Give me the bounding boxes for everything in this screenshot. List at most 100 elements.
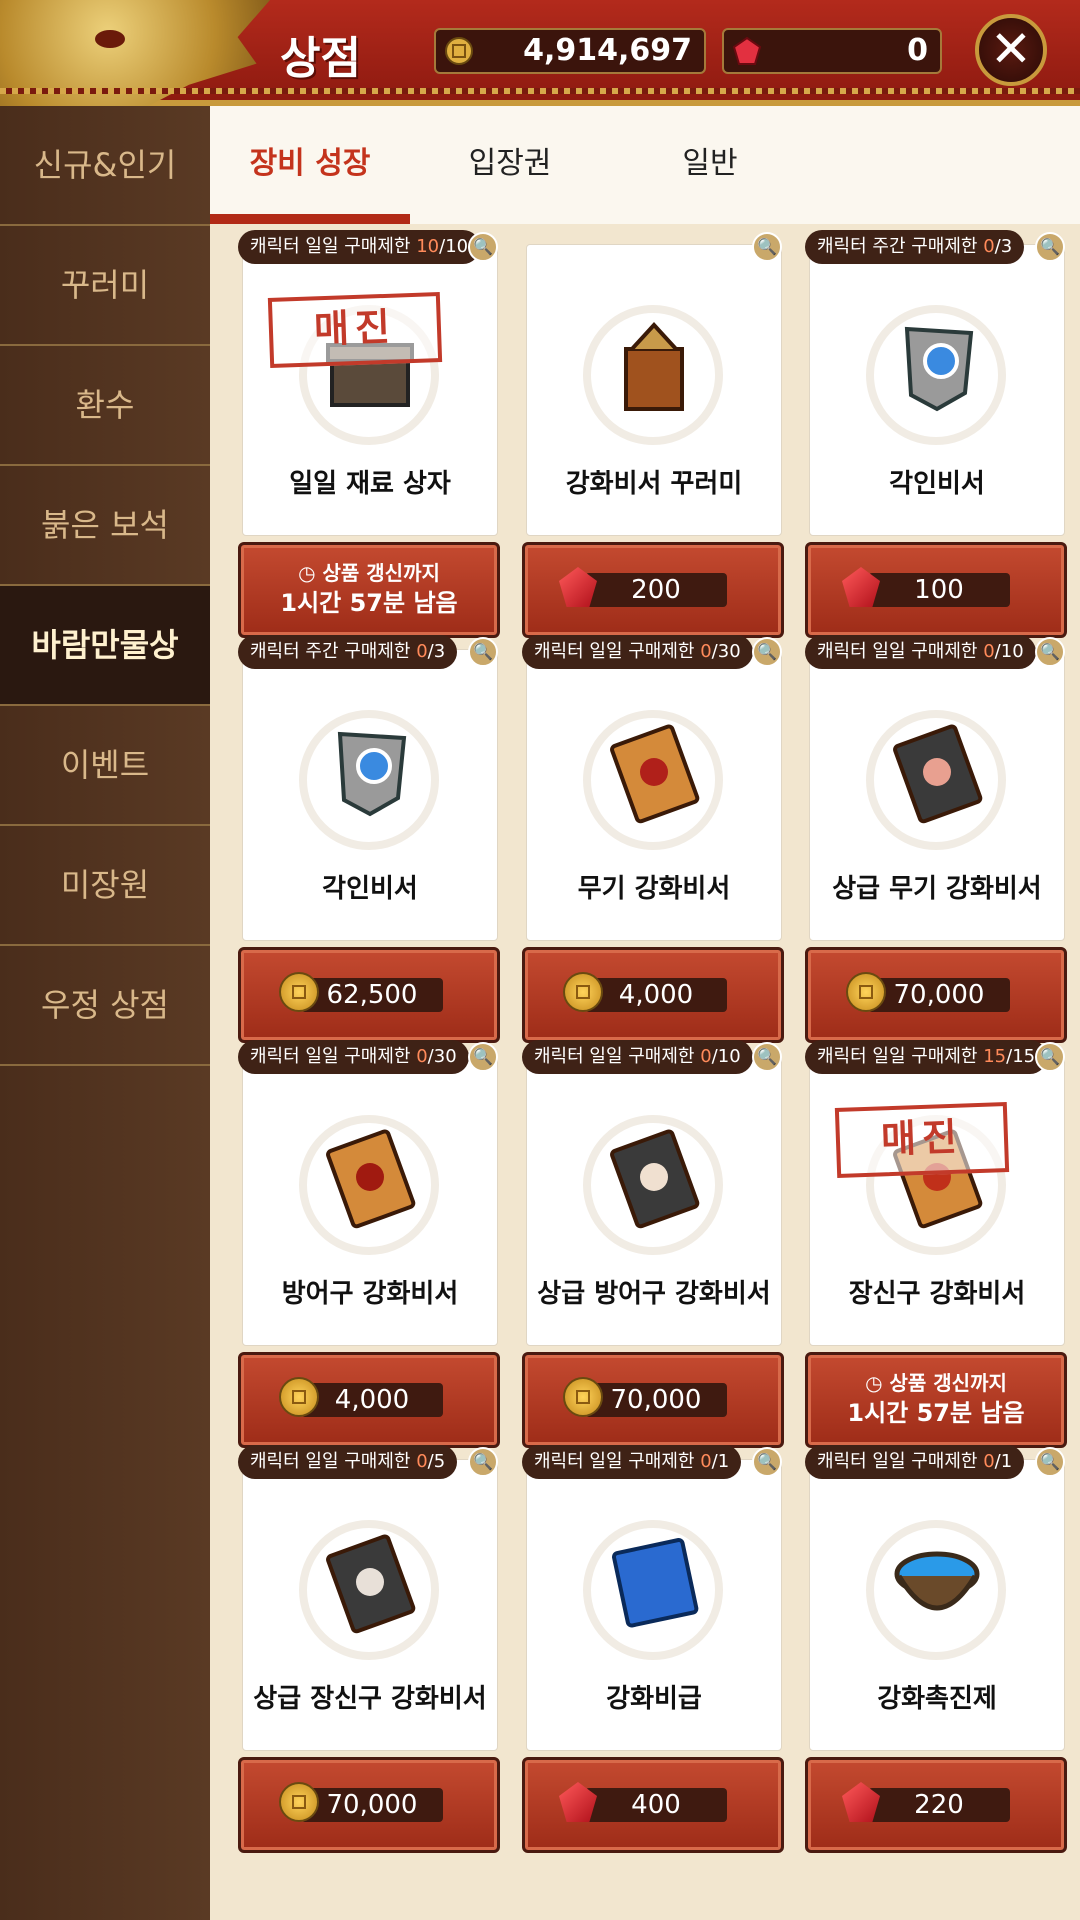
buy-button[interactable]: 4,000 xyxy=(522,947,784,1043)
product-card[interactable]: 강화비서 꾸러미 🔍 200 xyxy=(522,230,784,638)
scroll-blue-icon xyxy=(885,315,989,419)
sidebar-item-red-gem[interactable]: 붉은 보석 xyxy=(0,466,210,586)
price-label: 4,000 xyxy=(618,980,694,1010)
soldout-stamp: 매진 xyxy=(834,1102,1010,1178)
gold-balance: 4,914,697 xyxy=(434,28,706,74)
buy-button[interactable]: 220 xyxy=(805,1757,1067,1853)
clock-icon: ◷ xyxy=(865,1371,883,1395)
price-label: 4,000 xyxy=(334,1385,410,1415)
price-label: 70,000 xyxy=(893,980,985,1010)
coin-icon xyxy=(444,36,474,78)
gem-balance: 0 xyxy=(722,28,942,74)
sidebar-item-pet[interactable]: 환수 xyxy=(0,346,210,466)
product-name: 방어구 강화비서 xyxy=(281,1279,459,1309)
product-name: 무기 강화비서 xyxy=(577,874,731,904)
zoom-icon[interactable]: 🔍 xyxy=(752,1042,782,1072)
product-frame: 강화비서 꾸러미 xyxy=(526,244,782,536)
zoom-icon[interactable]: 🔍 xyxy=(752,637,782,667)
sidebar-item-new-popular[interactable]: 신규&인기 xyxy=(0,106,210,226)
sidebar-item-event[interactable]: 이벤트 xyxy=(0,706,210,826)
purchase-limit-badge: 캐릭터 일일 구매제한 10/10 xyxy=(238,230,481,264)
product-name: 각인비서 xyxy=(889,469,985,499)
purchase-limit-badge: 캐릭터 일일 구매제한 0/1 xyxy=(522,1445,742,1479)
clock-icon: ◷ xyxy=(298,561,316,585)
close-button[interactable]: ✕ xyxy=(975,14,1047,86)
purchase-limit-badge: 캐릭터 일일 구매제한 15/15 xyxy=(805,1040,1048,1074)
coin-icon xyxy=(846,972,886,1012)
tab-equipment-growth[interactable]: 장비 성장 xyxy=(210,106,410,224)
buy-button[interactable]: 200 xyxy=(522,542,784,638)
price-label: 70,000 xyxy=(326,1790,418,1820)
product-card[interactable]: 각인비서 캐릭터 주간 구매제한 0/3 🔍 100 xyxy=(805,230,1067,638)
product-name: 상급 방어구 강화비서 xyxy=(537,1279,771,1309)
zoom-icon[interactable]: 🔍 xyxy=(468,1042,498,1072)
product-name: 일일 재료 상자 xyxy=(289,469,451,499)
zoom-icon[interactable]: 🔍 xyxy=(1035,637,1065,667)
price-label: 200 xyxy=(631,575,681,605)
product-name: 강화비급 xyxy=(606,1684,702,1714)
zoom-icon[interactable]: 🔍 xyxy=(468,637,498,667)
product-frame: 매진 일일 재료 상자 xyxy=(242,244,498,536)
product-card[interactable]: 상급 무기 강화비서 캐릭터 일일 구매제한 0/10 🔍 70,000 xyxy=(805,635,1067,1043)
buy-button[interactable]: 62,500 xyxy=(238,947,500,1043)
coin-icon xyxy=(279,1782,319,1822)
product-name: 상급 장신구 강화비서 xyxy=(253,1684,487,1714)
buy-button[interactable]: 400 xyxy=(522,1757,784,1853)
price-label: 400 xyxy=(631,1790,681,1820)
buy-button[interactable]: 4,000 xyxy=(238,1352,500,1448)
sidebar-item-package[interactable]: 꾸러미 xyxy=(0,226,210,346)
product-frame: 상급 방어구 강화비서 xyxy=(526,1054,782,1346)
product-name: 강화촉진제 xyxy=(877,1684,997,1714)
product-card[interactable]: 매진 일일 재료 상자 캐릭터 일일 구매제한 10/10 🔍 ◷ 상품 갱신까지 1… xyxy=(238,230,500,638)
zoom-icon[interactable]: 🔍 xyxy=(752,232,782,262)
scroll-weapon-adv-icon xyxy=(885,720,989,824)
purchase-limit-badge: 캐릭터 주간 구매제한 0/3 xyxy=(238,635,458,669)
product-card[interactable]: 각인비서 캐릭터 주간 구매제한 0/3 🔍 62,500 xyxy=(238,635,500,1043)
coin-icon xyxy=(563,972,603,1012)
product-card[interactable]: 강화촉진제 캐릭터 일일 구매제한 0/1 🔍 220 xyxy=(805,1445,1067,1853)
product-card[interactable]: 상급 방어구 강화비서 캐릭터 일일 구매제한 0/10 🔍 70,000 xyxy=(522,1040,784,1448)
product-frame: 각인비서 xyxy=(242,649,498,941)
close-icon: ✕ xyxy=(990,20,1032,78)
product-name: 강화비서 꾸러미 xyxy=(565,469,743,499)
product-name: 각인비서 xyxy=(322,874,418,904)
top-bar: 상점 4,914,697 0 ✕ xyxy=(0,0,1080,106)
buy-button[interactable]: 70,000 xyxy=(805,947,1067,1043)
zoom-icon[interactable]: 🔍 xyxy=(468,1447,498,1477)
zoom-icon[interactable]: 🔍 xyxy=(1035,232,1065,262)
sidebar-item-salon[interactable]: 미장원 xyxy=(0,826,210,946)
zoom-icon[interactable]: 🔍 xyxy=(1035,1447,1065,1477)
product-frame: 강화비급 xyxy=(526,1459,782,1751)
buy-button[interactable]: 70,000 xyxy=(238,1757,500,1853)
sidebar-item-friendship-shop[interactable]: 우정 상점 xyxy=(0,946,210,1066)
coin-icon xyxy=(279,1377,319,1417)
category-sidebar: 신규&인기 꾸러미 환수 붉은 보석 바람만물상 이벤트 미장원 우정 상점 xyxy=(0,106,210,1920)
buy-button[interactable]: 70,000 xyxy=(522,1352,784,1448)
gold-amount: 4,914,697 xyxy=(523,33,692,68)
product-card[interactable]: 방어구 강화비서 캐릭터 일일 구매제한 0/30 🔍 4,000 xyxy=(238,1040,500,1448)
bowl-icon xyxy=(885,1530,989,1634)
product-card[interactable]: 매진 장신구 강화비서 캐릭터 일일 구매제한 15/15 🔍 ◷ 상품 갱신까지 1… xyxy=(805,1040,1067,1448)
zoom-icon[interactable]: 🔍 xyxy=(468,232,498,262)
product-frame: 방어구 강화비서 xyxy=(242,1054,498,1346)
product-card[interactable]: 강화비급 캐릭터 일일 구매제한 0/1 🔍 400 xyxy=(522,1445,784,1853)
product-frame: 강화촉진제 xyxy=(809,1459,1065,1751)
ruby-icon xyxy=(559,1782,597,1822)
sidebar-item-general-store[interactable]: 바람만물상 xyxy=(0,586,210,706)
tab-general[interactable]: 일반 xyxy=(610,106,810,224)
renew-timer-button: ◷ 상품 갱신까지 1시간 57분 남음 xyxy=(805,1352,1067,1448)
product-frame: 매진 장신구 강화비서 xyxy=(809,1054,1065,1346)
zoom-icon[interactable]: 🔍 xyxy=(1035,1042,1065,1072)
ruby-icon xyxy=(842,567,880,607)
purchase-limit-badge: 캐릭터 일일 구매제한 0/30 xyxy=(238,1040,469,1074)
ruby-icon xyxy=(842,1782,880,1822)
buy-button[interactable]: 100 xyxy=(805,542,1067,638)
price-label: 220 xyxy=(914,1790,964,1820)
product-card[interactable]: 무기 강화비서 캐릭터 일일 구매제한 0/30 🔍 4,000 xyxy=(522,635,784,1043)
gem-amount: 0 xyxy=(907,33,928,68)
renew-timer-button: ◷ 상품 갱신까지 1시간 57분 남음 xyxy=(238,542,500,638)
tab-ticket[interactable]: 입장권 xyxy=(410,106,610,224)
product-card[interactable]: 상급 장신구 강화비서 캐릭터 일일 구매제한 0/5 🔍 70,000 xyxy=(238,1445,500,1853)
scroll-blue-icon xyxy=(318,720,422,824)
zoom-icon[interactable]: 🔍 xyxy=(752,1447,782,1477)
